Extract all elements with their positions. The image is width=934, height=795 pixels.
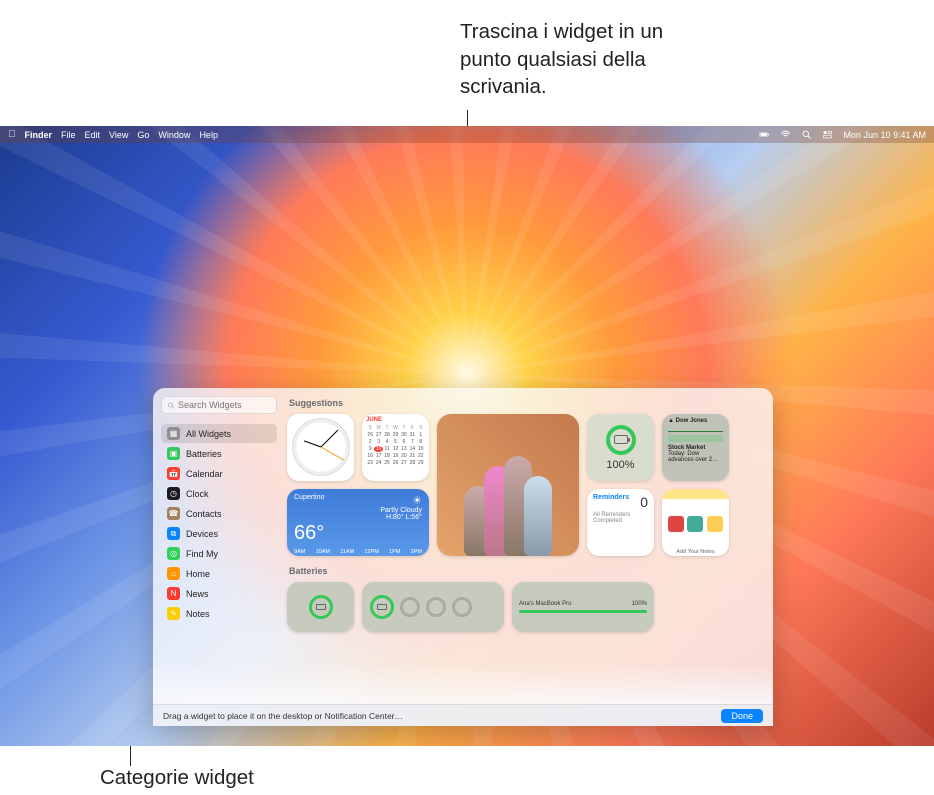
stocks-spark-icon (668, 424, 723, 442)
menu-help[interactable]: Help (199, 130, 218, 140)
widget-photos[interactable] (437, 414, 579, 556)
search-icon (167, 401, 175, 410)
empty-ring-icon (400, 597, 420, 617)
battery-icon: ▣ (167, 447, 180, 460)
bat-device-pct: 100% (632, 601, 647, 607)
section-batteries-title: Batteries (289, 566, 763, 576)
sidebar-item-find-my[interactable]: ◎ Find My (161, 544, 277, 563)
menu-view[interactable]: View (109, 130, 128, 140)
search-field[interactable] (161, 396, 277, 414)
sidebar-item-news[interactable]: N News (161, 584, 277, 603)
notes-icon: ✎ (167, 607, 180, 620)
grid-icon: ▦ (167, 427, 180, 440)
weather-temp: 66° (294, 523, 422, 543)
contacts-icon: ☎ (167, 507, 180, 520)
weather-hour: 2PM78° (411, 549, 422, 556)
widget-battery-small[interactable] (287, 582, 354, 632)
bat-device-name: Ana's MacBook Pro (519, 601, 572, 607)
widget-reminders[interactable]: Reminders 0 All Reminders Completed (587, 489, 654, 556)
sidebar-item-label: Clock (186, 489, 209, 499)
widget-calendar[interactable]: JUNE SMTWTFS2627282930311234567891011121… (362, 414, 429, 481)
done-button[interactable]: Done (721, 709, 763, 723)
sidebar-item-batteries[interactable]: ▣ Batteries (161, 444, 277, 463)
sidebar-item-label: All Widgets (186, 429, 231, 439)
apple-menu-icon[interactable]:  (8, 129, 16, 140)
weather-hour: 11AM75° (340, 549, 354, 556)
widget-sidebar: ▦ All Widgets ▣ Batteries 📅 Calendar ◷ Clock ☎ Co… (153, 388, 283, 704)
sidebar-item-calendar[interactable]: 📅 Calendar (161, 464, 277, 483)
widget-clock[interactable] (287, 414, 354, 481)
search-input[interactable] (178, 400, 271, 410)
menu-file[interactable]: File (61, 130, 76, 140)
control-center-icon[interactable] (822, 129, 833, 140)
widget-content: Suggestions (283, 388, 773, 704)
sidebar-item-label: News (186, 589, 209, 599)
battery-ring-icon (309, 595, 333, 619)
sidebar-item-label: Calendar (186, 469, 223, 479)
weather-hour: 10AM75° (316, 549, 330, 556)
reminders-title: Reminders (593, 494, 629, 510)
sidebar-item-devices[interactable]: ⧉ Devices (161, 524, 277, 543)
battery-ring-icon (370, 595, 394, 619)
widget-weather[interactable]: Cupertino ☀ Partly Cloudy H:80° L:56° 66… (287, 489, 429, 556)
menubar:  Finder File Edit View Go Window Help M… (0, 126, 934, 143)
footer-hint: Drag a widget to place it on the desktop… (163, 711, 403, 721)
gallery-footer: Drag a widget to place it on the desktop… (153, 704, 773, 726)
devices-icon: ⧉ (167, 527, 180, 540)
home-icon: ⌂ (167, 567, 180, 580)
macos-desktop:  Finder File Edit View Go Window Help M… (0, 126, 934, 746)
sidebar-item-label: Batteries (186, 449, 222, 459)
stocks-h3: advances over 2… (668, 457, 723, 463)
battery-ring-icon (606, 425, 636, 455)
widget-gallery-panel: ▦ All Widgets ▣ Batteries 📅 Calendar ◷ Clock ☎ Co… (153, 388, 773, 726)
weather-hour: 9AM73° (294, 549, 305, 556)
sidebar-item-home[interactable]: ⌂ Home (161, 564, 277, 583)
clock-icon: ◷ (167, 487, 180, 500)
bat-bar (519, 610, 647, 613)
spotlight-icon[interactable] (801, 129, 812, 140)
sidebar-item-label: Notes (186, 609, 210, 619)
reminders-text: All Reminders Completed (593, 512, 648, 524)
sidebar-item-all-widgets[interactable]: ▦ All Widgets (161, 424, 277, 443)
calendar-icon: 📅 (167, 467, 180, 480)
menu-go[interactable]: Go (137, 130, 149, 140)
clock-face-icon (292, 418, 350, 476)
reminders-count: 0 (640, 494, 648, 510)
photo-people (437, 414, 579, 556)
sidebar-item-label: Devices (186, 529, 218, 539)
wifi-icon[interactable] (780, 129, 791, 140)
widget-notes[interactable]: Add Your Notes (662, 489, 729, 556)
notes-caption: Add Your Notes (662, 549, 729, 555)
empty-ring-icon (452, 597, 472, 617)
menu-edit[interactable]: Edit (85, 130, 101, 140)
widget-battery[interactable]: 100% (587, 414, 654, 481)
sidebar-item-clock[interactable]: ◷ Clock (161, 484, 277, 503)
calendar-month: JUNE (366, 417, 425, 423)
battery-percent: 100% (606, 459, 634, 471)
sidebar-item-label: Find My (186, 549, 218, 559)
widget-battery-medium[interactable] (362, 582, 504, 632)
news-icon: N (167, 587, 180, 600)
callout-drag-widgets: Trascina i widget in un punto qualsiasi … (460, 18, 680, 101)
weather-hour: 1PM77° (389, 549, 400, 556)
weather-city: Cupertino (294, 494, 324, 521)
menu-window[interactable]: Window (158, 130, 190, 140)
weather-cond: Partly Cloudy (380, 507, 422, 514)
sidebar-item-label: Home (186, 569, 210, 579)
sidebar-item-label: Contacts (186, 509, 222, 519)
sidebar-item-contacts[interactable]: ☎ Contacts (161, 504, 277, 523)
empty-ring-icon (426, 597, 446, 617)
widget-battery-list[interactable]: Ana's MacBook Pro 100% (512, 582, 654, 632)
callout-categories: Categorie widget (100, 766, 254, 790)
widget-stocks[interactable]: ▲ Dow Jones Stock Market Today: Dow adva… (662, 414, 729, 481)
weather-range: H:80° L:56° (386, 514, 422, 521)
weather-hour: 12PM76° (364, 549, 378, 556)
battery-icon[interactable] (759, 129, 770, 140)
section-suggestions-title: Suggestions (289, 398, 763, 408)
app-menu[interactable]: Finder (25, 130, 53, 140)
findmy-icon: ◎ (167, 547, 180, 560)
notes-header (662, 489, 729, 499)
sidebar-item-notes[interactable]: ✎ Notes (161, 604, 277, 623)
menubar-datetime[interactable]: Mon Jun 10 9:41 AM (843, 130, 926, 140)
